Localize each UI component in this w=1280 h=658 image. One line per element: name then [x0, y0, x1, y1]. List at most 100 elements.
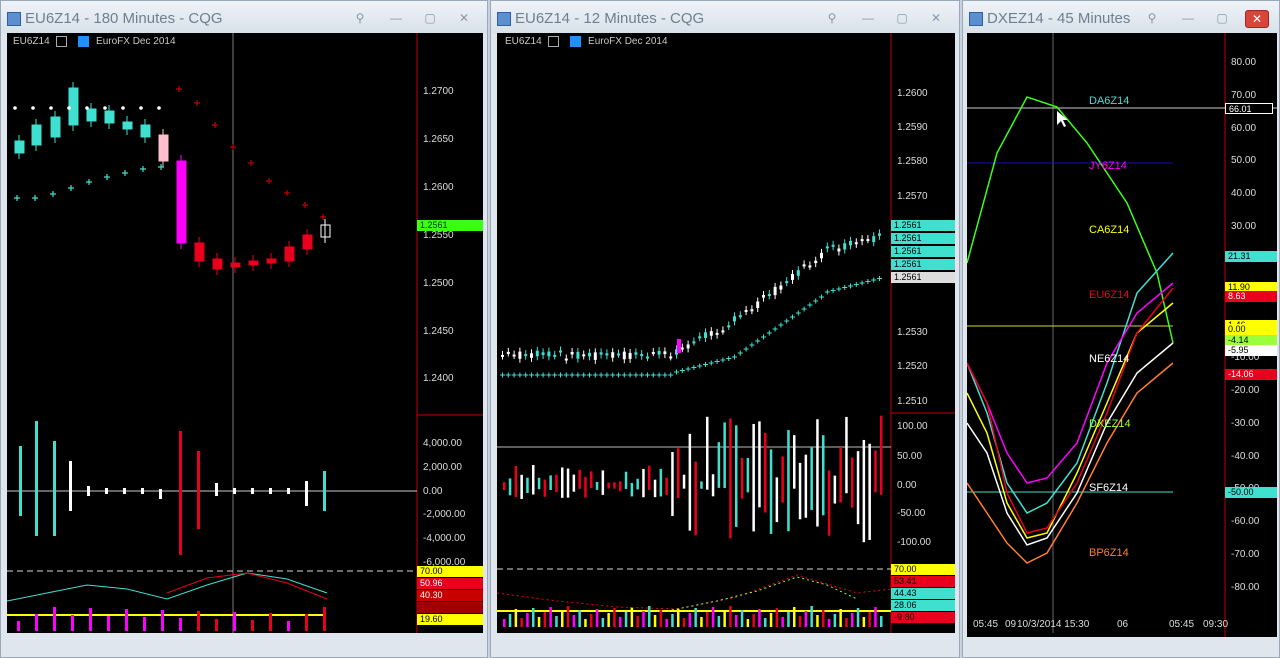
osc-histogram-bar [607, 613, 610, 627]
psar-cross [50, 191, 56, 197]
osc-line [7, 572, 328, 602]
osc-histogram-bar [659, 610, 663, 627]
osc-histogram-bar [613, 608, 616, 627]
osc-histogram-bar [723, 611, 726, 627]
osc-value-badge: 40.30 [417, 590, 483, 601]
candle [704, 332, 707, 338]
osc-histogram-bar [781, 617, 784, 627]
osc-histogram-bar [665, 619, 668, 627]
volume-bar [764, 432, 767, 513]
psar-cross [14, 195, 20, 201]
indicator-line [967, 252, 1174, 514]
candle [547, 351, 551, 357]
chart-window-12min[interactable]: EU6Z14 - 12 Minutes - CQG ⚲ — ▢ ✕ EU6Z14… [490, 0, 960, 658]
y-axis-tick-label: -60.00 [1231, 516, 1260, 528]
psar-cross [68, 185, 74, 191]
osc-histogram-bar [323, 607, 326, 631]
osc-histogram-bar [700, 617, 703, 627]
volume-bar [19, 446, 22, 516]
y-axis-tick-label: -40.00 [1231, 450, 1260, 462]
volume-bar [827, 470, 831, 536]
pin-icon[interactable]: ⚲ [1141, 10, 1163, 26]
price-tick-label: 1.2520 [897, 361, 928, 372]
osc-histogram-bar [619, 617, 622, 627]
close-button[interactable]: ✕ [453, 10, 475, 26]
osc-histogram-bar [798, 616, 802, 627]
psar-cross [865, 279, 871, 284]
osc-histogram-bar [648, 606, 651, 627]
chart-canvas[interactable] [497, 33, 955, 633]
osc-histogram-bar [746, 619, 750, 627]
y-axis-tick-label: 30.00 [1231, 221, 1257, 232]
volume-bar [601, 470, 605, 495]
chart-area[interactable]: 80.0070.0060.0050.0040.0030.0020.0010.00… [967, 33, 1277, 637]
volume-bar [700, 481, 703, 489]
close-button[interactable]: ✕ [1245, 10, 1269, 28]
minimize-button[interactable]: — [385, 10, 407, 26]
price-badge: 1.2561 [891, 272, 955, 283]
psar-dot [139, 106, 143, 110]
osc-value-badge: 19.60 [417, 614, 483, 625]
minimize-button[interactable]: — [1177, 10, 1199, 26]
osc-histogram-bar [839, 609, 842, 627]
psar-cross [523, 372, 529, 378]
time-axis-label: 06 [1117, 619, 1129, 630]
time-axis-label: 05:45 [973, 619, 999, 630]
candle [605, 353, 609, 356]
psar-cross [633, 372, 639, 378]
close-button[interactable]: ✕ [925, 10, 947, 26]
candle [646, 356, 649, 359]
candle [104, 110, 115, 124]
pin-icon[interactable]: ⚲ [349, 10, 371, 26]
osc-value-badge: 53.41 [891, 576, 955, 587]
price-tick-label: 1.2590 [897, 122, 928, 133]
osc-histogram-bar [590, 614, 593, 627]
pin-icon[interactable]: ⚲ [821, 10, 843, 26]
volume-tick-label: -2,000.00 [423, 509, 466, 521]
maximize-button[interactable]: ▢ [419, 10, 441, 26]
window-titlebar[interactable]: DXEZ14 - 45 Minutes ⚲ — ▢ ✕ [963, 1, 1279, 33]
volume-bar [613, 482, 616, 489]
osc-histogram-bar [752, 614, 755, 627]
candle [122, 121, 133, 130]
psar-cross [569, 372, 575, 378]
psar-cross [720, 357, 726, 363]
volume-bar [578, 469, 581, 489]
osc-histogram-bar [862, 617, 866, 627]
volume-bar [665, 477, 668, 495]
price-badge: 1.2561 [891, 233, 955, 244]
indicator-value-badge: -14.06 [1225, 369, 1277, 380]
maximize-button[interactable]: ▢ [891, 10, 913, 26]
psar-cross [546, 372, 552, 378]
osc-histogram-bar [827, 619, 831, 627]
window-titlebar[interactable]: EU6Z14 - 180 Minutes - CQG ⚲ — ▢ ✕ [1, 1, 487, 33]
osc-histogram-bar [595, 609, 599, 627]
volume-bar [735, 425, 738, 527]
psar-cross [726, 356, 732, 361]
chart-canvas[interactable] [7, 33, 483, 633]
candle [582, 354, 586, 357]
psar-cross [859, 280, 865, 286]
psar-cross [104, 174, 110, 180]
volume-bar [740, 457, 744, 499]
price-tick-label: 1.2600 [423, 181, 454, 193]
window-titlebar[interactable]: EU6Z14 - 12 Minutes - CQG ⚲ — ▢ ✕ [491, 1, 959, 33]
psar-cross [790, 314, 795, 320]
minimize-button[interactable]: — [857, 10, 879, 26]
osc-histogram-bar [740, 610, 744, 627]
osc-histogram-bar [706, 612, 709, 627]
indicator-line [967, 287, 1174, 534]
y-axis-tick-label: -70.00 [1231, 549, 1260, 560]
osc-histogram-bar [851, 613, 854, 627]
chart-area[interactable]: EU6Z14 EuroFX Dec 2014 1.2700 1.2650 1.260… [7, 33, 483, 633]
price-badge: 1.2561 [891, 220, 955, 231]
maximize-button[interactable]: ▢ [1211, 10, 1233, 26]
volume-bar [526, 477, 529, 493]
chart-area[interactable]: EU6Z14 EuroFX Dec 2014 1.2600 1.2590 1.258… [497, 33, 955, 633]
chart-window-180min[interactable]: EU6Z14 - 180 Minutes - CQG ⚲ — ▢ ✕ EU6Z1… [0, 0, 488, 658]
volume-tick-label: 4,000.00 [423, 438, 462, 449]
chart-window-45min[interactable]: DXEZ14 - 45 Minutes ⚲ — ▢ ✕ 80.00 70.00 60… [962, 0, 1280, 658]
osc-histogram-bar [215, 619, 218, 631]
volume-tick-label: -4,000.00 [423, 533, 466, 545]
volume-bar [746, 457, 750, 493]
